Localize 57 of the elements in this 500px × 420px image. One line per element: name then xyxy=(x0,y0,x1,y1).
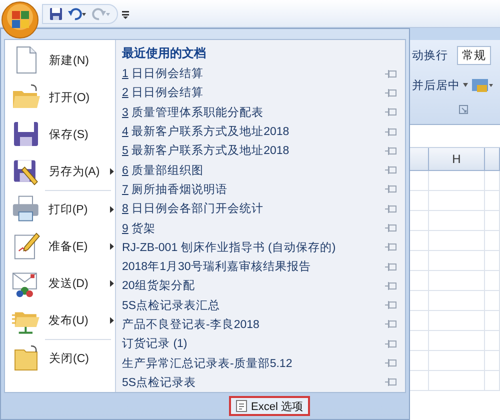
pin-icon[interactable] xyxy=(385,262,397,271)
pin-icon[interactable] xyxy=(385,301,397,310)
pin-icon[interactable] xyxy=(385,88,397,97)
recent-document-item[interactable]: 9 货架 xyxy=(122,220,156,236)
recent-document-item[interactable]: 4 最新客户联系方式及地址2018 xyxy=(122,124,290,140)
recent-document-item[interactable]: 3 质量管理体系职能分配表 xyxy=(122,104,264,120)
wrap-text-button[interactable]: 动换行 xyxy=(412,48,448,63)
pin-icon[interactable] xyxy=(385,320,397,328)
recent-document-item[interactable]: 5S点检记录表 xyxy=(122,374,196,390)
pin-icon[interactable] xyxy=(385,224,397,232)
merge-center-button[interactable]: 并后居中 xyxy=(412,78,460,92)
pin-icon[interactable] xyxy=(385,204,397,213)
recent-document-item[interactable]: 1 日日例会结算 xyxy=(122,66,204,82)
menu-item[interactable]: 打开(O) xyxy=(5,78,115,116)
recent-document-item[interactable]: 5S点检记录表汇总 xyxy=(122,298,220,313)
dialog-launcher-icon[interactable] xyxy=(459,105,468,114)
recent-document-item[interactable]: 20组货架分配 xyxy=(122,278,195,294)
submenu-arrow-icon xyxy=(110,242,115,250)
recent-document-item[interactable]: 2018年1月30号瑞利嘉审核结果报告 xyxy=(122,259,311,274)
pin-icon[interactable] xyxy=(385,282,397,290)
submenu-arrow-icon xyxy=(110,168,115,176)
menu-item[interactable]: 准备(E) xyxy=(5,228,115,265)
recent-document-item[interactable]: RJ-ZB-001 刨床作业指导书 (自动保存的) xyxy=(122,240,336,255)
recent-document-item[interactable]: 8 日日例会各部门开会统计 xyxy=(122,201,264,216)
pin-icon[interactable] xyxy=(385,340,397,348)
undo-icon[interactable] xyxy=(67,6,87,20)
menu-item[interactable]: 关闭(C) xyxy=(5,340,115,377)
options-document-icon xyxy=(236,400,247,412)
caret-icon[interactable] xyxy=(463,83,468,87)
recent-document-item[interactable]: 6 质量部组织图 xyxy=(122,162,204,178)
submenu-arrow-icon xyxy=(110,280,115,287)
menu-item[interactable]: 打印(P) xyxy=(5,190,115,228)
menu-item[interactable]: 新建(N) xyxy=(5,42,115,79)
excel-options-button[interactable]: Excel 选项 xyxy=(229,396,310,416)
pin-icon[interactable] xyxy=(385,185,397,194)
pin-icon[interactable] xyxy=(385,108,397,116)
customize-toolbar-icon[interactable] xyxy=(122,8,130,18)
save-icon[interactable] xyxy=(49,6,63,20)
pin-icon[interactable] xyxy=(385,359,397,368)
recent-document-item[interactable]: 2 日日例会结算 xyxy=(122,85,204,100)
pin-icon[interactable] xyxy=(385,378,397,386)
recent-document-item[interactable]: 7 厕所抽香烟说明语 xyxy=(122,182,228,197)
menu-item[interactable]: 发送(D) xyxy=(5,264,115,302)
pin-icon[interactable] xyxy=(385,166,397,174)
recent-document-item[interactable]: 产品不良登记表-李良2018 xyxy=(122,316,260,332)
submenu-arrow-icon xyxy=(110,317,115,324)
recent-document-item[interactable]: 生产异常汇总记录表-质量部5.12 xyxy=(122,356,292,371)
pin-icon[interactable] xyxy=(385,128,397,136)
pin-icon[interactable] xyxy=(385,70,397,78)
pin-icon[interactable] xyxy=(385,146,397,155)
menu-item[interactable]: 保存(S) xyxy=(5,116,115,153)
recent-document-item[interactable]: 订货记录 (1) xyxy=(122,336,188,352)
pin-icon[interactable] xyxy=(385,243,397,252)
recent-document-item[interactable]: 5 最新客户联系方式及地址2018 xyxy=(122,143,290,158)
recent-documents-heading: 最近使用的文档 xyxy=(122,44,207,62)
submenu-arrow-icon xyxy=(110,206,115,213)
number-format-dropdown[interactable]: 常规 xyxy=(457,46,491,65)
